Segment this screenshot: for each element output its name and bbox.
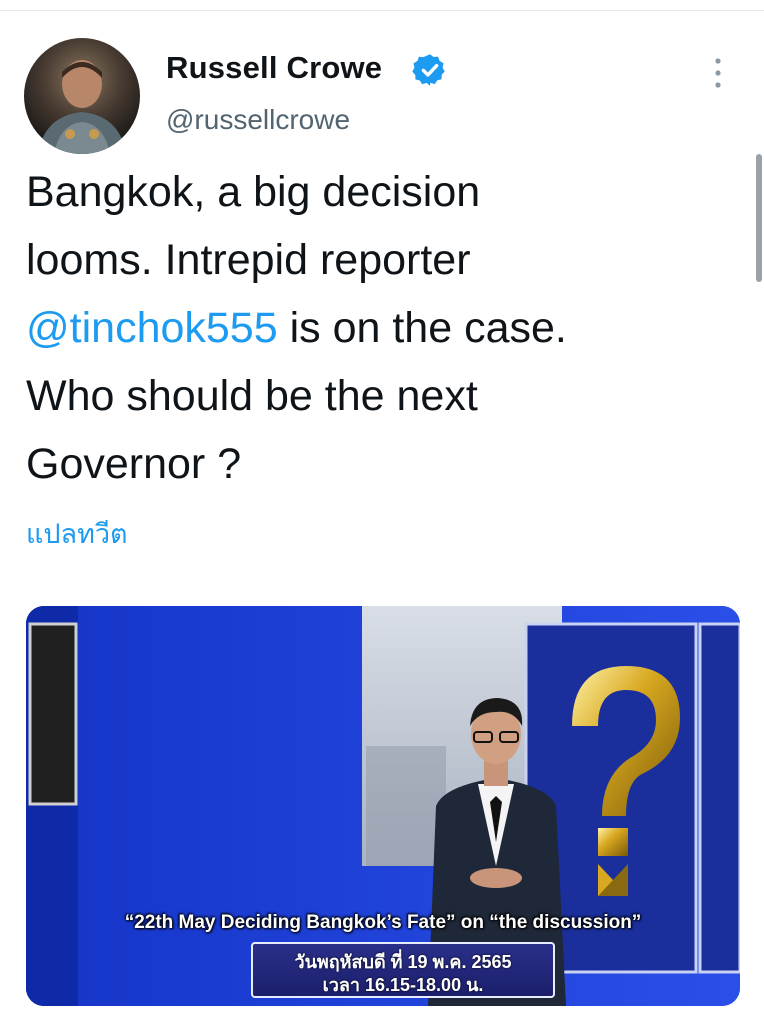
video-caption-time: เวลา 16.15-18.00 น.	[322, 975, 484, 995]
tweet-line: Bangkok, a big decision	[26, 168, 481, 216]
video-caption-box: วันพฤหัสบดี ที่ 19 พ.ค. 2565 เวลา 16.15-…	[251, 942, 555, 998]
avatar[interactable]	[24, 38, 140, 154]
more-options-icon[interactable]	[712, 56, 724, 90]
verified-badge-icon	[412, 54, 445, 86]
tweet-line: @tinchok555 is on the case.	[26, 294, 746, 362]
author-name[interactable]: Russell Crowe	[166, 50, 382, 86]
tweet-line: looms. Intrepid reporter	[26, 236, 471, 284]
tweet-line: Who should be the next	[26, 372, 478, 420]
scrollbar-thumb[interactable]	[756, 154, 762, 282]
top-divider	[0, 0, 764, 11]
author-handle[interactable]: @russellcrowe	[166, 104, 350, 136]
tweet-line-rest: is on the case.	[277, 304, 567, 352]
tweet-line: Governor ?	[26, 440, 242, 488]
video-caption-title: “22th May Deciding Bangkok’s Fate” on “t…	[124, 912, 642, 933]
translate-tweet-link[interactable]: แปลทวีต	[26, 512, 128, 555]
mention-link[interactable]: @tinchok555	[26, 304, 278, 352]
tweet-text: Bangkok, a big decision looms. Intrepid …	[26, 158, 746, 498]
tweet-media[interactable]: “22th May Deciding Bangkok’s Fate” on “t…	[26, 606, 740, 1006]
